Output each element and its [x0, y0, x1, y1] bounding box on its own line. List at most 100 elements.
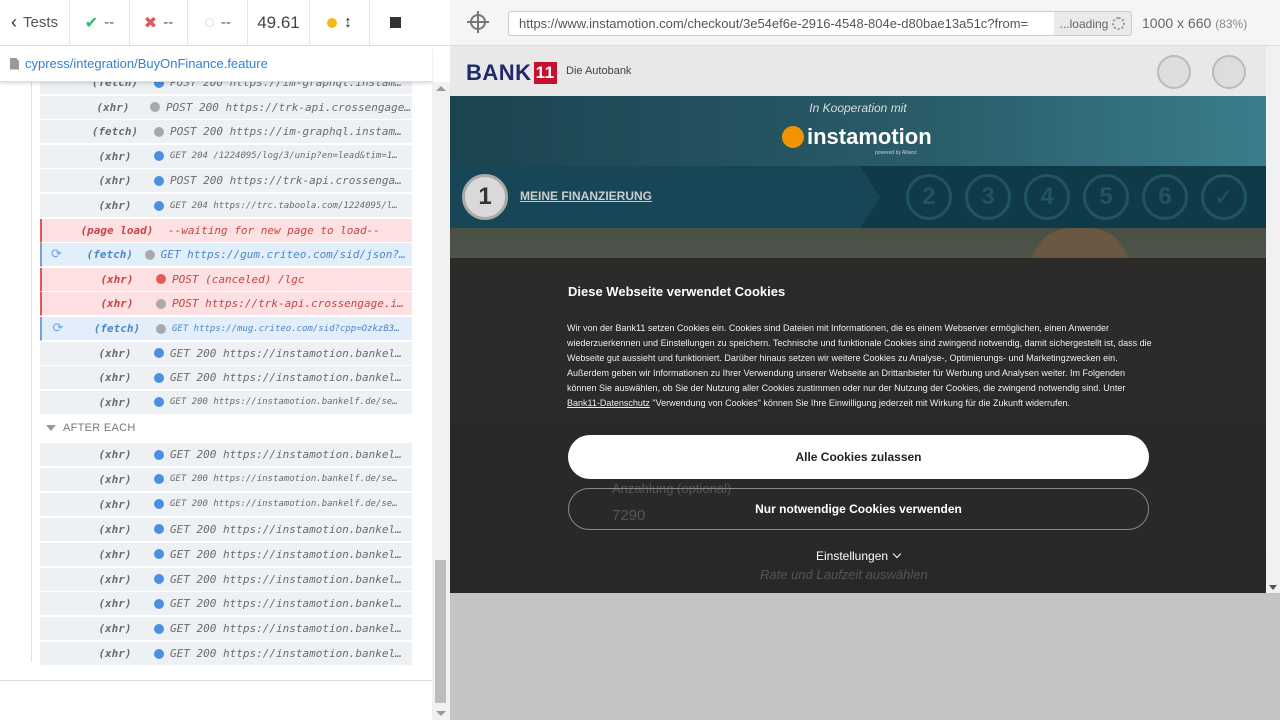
check-icon: ✔: [84, 14, 99, 32]
command-row[interactable]: (xhr) GET 200 https://instamotion.bankelf…: [40, 390, 412, 415]
command-row[interactable]: (xhr) GET 200 https://instamotion.bankelf…: [40, 492, 412, 517]
cookie-banner: Anzahlung (optional) 7290 Rate und Laufz…: [450, 46, 1266, 593]
command-kind: (xhr): [98, 448, 132, 461]
command-row[interactable]: (xhr) GET 200 https://instamotion.bankel…: [40, 517, 412, 542]
command-kind: (fetch): [86, 248, 133, 262]
aut-panel: https://www.instamotion.com/checkout/3e5…: [450, 0, 1280, 720]
command-kind: (xhr): [98, 547, 132, 561]
command-kind: (xhr): [96, 100, 130, 114]
cookie-settings-button[interactable]: Einstellungen: [816, 549, 902, 563]
reporter-stats: ‹ Tests ✔ -- ✖ -- ◌ -- 49.61 ↕: [0, 0, 450, 46]
viewport-size: 1000 x 660: [1142, 15, 1212, 31]
pending-count: ◌ --: [188, 0, 248, 46]
settings-label: Einstellungen: [816, 549, 889, 563]
command-kind: (page load): [80, 223, 154, 237]
command-row[interactable]: (xhr) GET 200 https://instamotion.bankelf…: [40, 467, 412, 492]
command-row[interactable]: (fetch) POST 200 https://im-graphql.insta…: [40, 120, 412, 145]
command-kind: (xhr): [98, 346, 132, 360]
command-row[interactable]: (xhr) POST (canceled) /lgc: [40, 267, 412, 292]
hook-label: AFTER EACH: [63, 422, 136, 434]
command-row[interactable]: (xhr) GET 200 https://instamotion.bankel…: [40, 567, 412, 592]
stop-button[interactable]: [370, 0, 420, 46]
command-message: GET 200 https://instamotion.bankel…: [170, 622, 402, 636]
tests-back-button[interactable]: ‹ Tests: [0, 0, 70, 46]
command-message: GET 200 https://instamotion.bankelf.de/s…: [170, 474, 398, 485]
command-row[interactable]: (xhr) GET 200 https://instamotion.bankel…: [40, 443, 412, 467]
command-kind: (xhr): [98, 597, 132, 611]
duration: 49.61: [248, 0, 310, 46]
status-dot-icon: [156, 323, 166, 334]
command-row[interactable]: (xhr) POST https://trk-api.crossengage.i…: [40, 292, 412, 317]
command-message: GET 200 https://instamotion.bankel…: [170, 448, 402, 461]
status-dot-icon: [154, 524, 164, 535]
command-message: GET 200 https://instamotion.bankel…: [170, 572, 402, 586]
necessary-cookies-button[interactable]: Nur notwendige Cookies verwenden: [568, 488, 1149, 530]
accept-all-cookies-button[interactable]: Alle Cookies zulassen: [568, 435, 1149, 479]
command-message: POST 200 https://im-graphql.instam…: [170, 82, 402, 89]
reporter-panel: ‹ Tests ✔ -- ✖ -- ◌ -- 49.61 ↕ cypress/i…: [0, 0, 450, 720]
passed-count: ✔ --: [70, 0, 130, 46]
command-kind: (xhr): [98, 149, 132, 163]
command-message: POST 200 https://im-graphql.instam…: [170, 125, 402, 139]
command-row[interactable]: ⟳ (fetch) GET https://gum.criteo.com/sid/j…: [40, 243, 412, 268]
spec-path: cypress/integration/BuyOnFinance.feature: [25, 56, 268, 71]
hook-after-each[interactable]: AFTER EACH: [46, 422, 136, 434]
command-kind: (xhr): [98, 647, 132, 661]
command-row[interactable]: (xhr) GET 200 https://instamotion.bankel…: [40, 642, 412, 667]
command-row[interactable]: (fetch) POST 200 https://im-graphql.insta…: [40, 82, 412, 95]
status-dot-icon: [154, 200, 164, 211]
failed-count: ✖ --: [130, 0, 188, 46]
privacy-link[interactable]: Bank11-Datenschutz: [567, 398, 650, 408]
file-icon: [10, 57, 19, 70]
command-message: POST (canceled) /lgc: [172, 272, 305, 286]
command-row[interactable]: (page load) --waiting for new page to loa…: [40, 218, 412, 243]
viewport-scale: (83%): [1215, 17, 1248, 31]
status-dot-icon: [154, 126, 164, 137]
stop-icon: [389, 17, 401, 28]
command-kind: (xhr): [100, 297, 134, 311]
command-row[interactable]: (xhr) POST 200 https://trk-api.crossengag…: [40, 95, 412, 120]
status-dot-icon: [154, 499, 164, 510]
auto-scroll-toggle[interactable]: ↕: [310, 0, 370, 46]
chevron-down-icon: [892, 549, 902, 559]
command-row[interactable]: (xhr) GET 204 https://trc.taboola.com/122…: [40, 194, 412, 218]
command-message: GET 200 https://instamotion.bankelf.de/s…: [170, 499, 398, 510]
command-row[interactable]: (xhr) GET 204 /1224095/log/3/unip?en=lead…: [40, 144, 412, 169]
chevron-left-icon: ‹: [10, 12, 17, 32]
scroll-down-icon[interactable]: [436, 711, 446, 716]
reporter-scrollbar[interactable]: [432, 82, 450, 720]
command-row[interactable]: (xhr) GET 200 https://instamotion.bankel…: [40, 542, 412, 567]
command-message: GET 200 https://instamotion.bankel…: [170, 597, 402, 611]
status-dot-icon: [154, 598, 164, 609]
command-message: GET 200 https://instamotion.bankel…: [170, 371, 402, 385]
scrollbar-thumb[interactable]: [435, 560, 446, 703]
loading-label: ...loading: [1059, 16, 1109, 31]
command-row[interactable]: (xhr) POST 200 https://trk-api.crossenga…: [40, 169, 412, 194]
command-kind: (xhr): [98, 395, 132, 409]
command-row[interactable]: ⟳ (fetch) GET https://mug.criteo.com/sid?c…: [40, 317, 412, 341]
selector-playground-icon[interactable]: [467, 11, 489, 33]
command-row[interactable]: (xhr) GET 200 https://instamotion.bankel…: [40, 341, 412, 366]
pending-value: --: [220, 14, 231, 31]
status-dot-icon: [154, 372, 164, 383]
status-dot-icon: [154, 449, 164, 460]
status-dot-icon: [154, 549, 164, 560]
spec-file-header[interactable]: cypress/integration/BuyOnFinance.feature: [0, 46, 432, 82]
command-row[interactable]: (xhr) GET 200 https://instamotion.bankel…: [40, 366, 412, 391]
viewport-info[interactable]: 1000 x 660 (83%): [1142, 15, 1247, 31]
command-kind: (fetch): [91, 125, 139, 139]
command-kind: (fetch): [91, 82, 139, 89]
command-kind: (xhr): [100, 272, 134, 286]
aut-scrollbar[interactable]: [1266, 46, 1280, 593]
status-dot-icon: [154, 648, 164, 659]
failed-value: --: [163, 14, 174, 31]
scroll-up-icon[interactable]: [436, 86, 446, 91]
command-row[interactable]: (xhr) GET 200 https://instamotion.bankel…: [40, 592, 412, 617]
status-dot-icon: [144, 249, 155, 260]
rate-term-label: Rate und Laufzeit auswählen: [760, 567, 928, 582]
cookie-title: Diese Webseite verwendet Cookies: [568, 284, 786, 299]
command-log: (fetch) POST 200 https://im-graphql.insta…: [0, 82, 432, 680]
command-row[interactable]: (xhr) GET 200 https://instamotion.bankel…: [40, 617, 412, 642]
scroll-down-icon[interactable]: [1269, 585, 1277, 590]
circle-notch-icon: ◌: [204, 12, 215, 32]
